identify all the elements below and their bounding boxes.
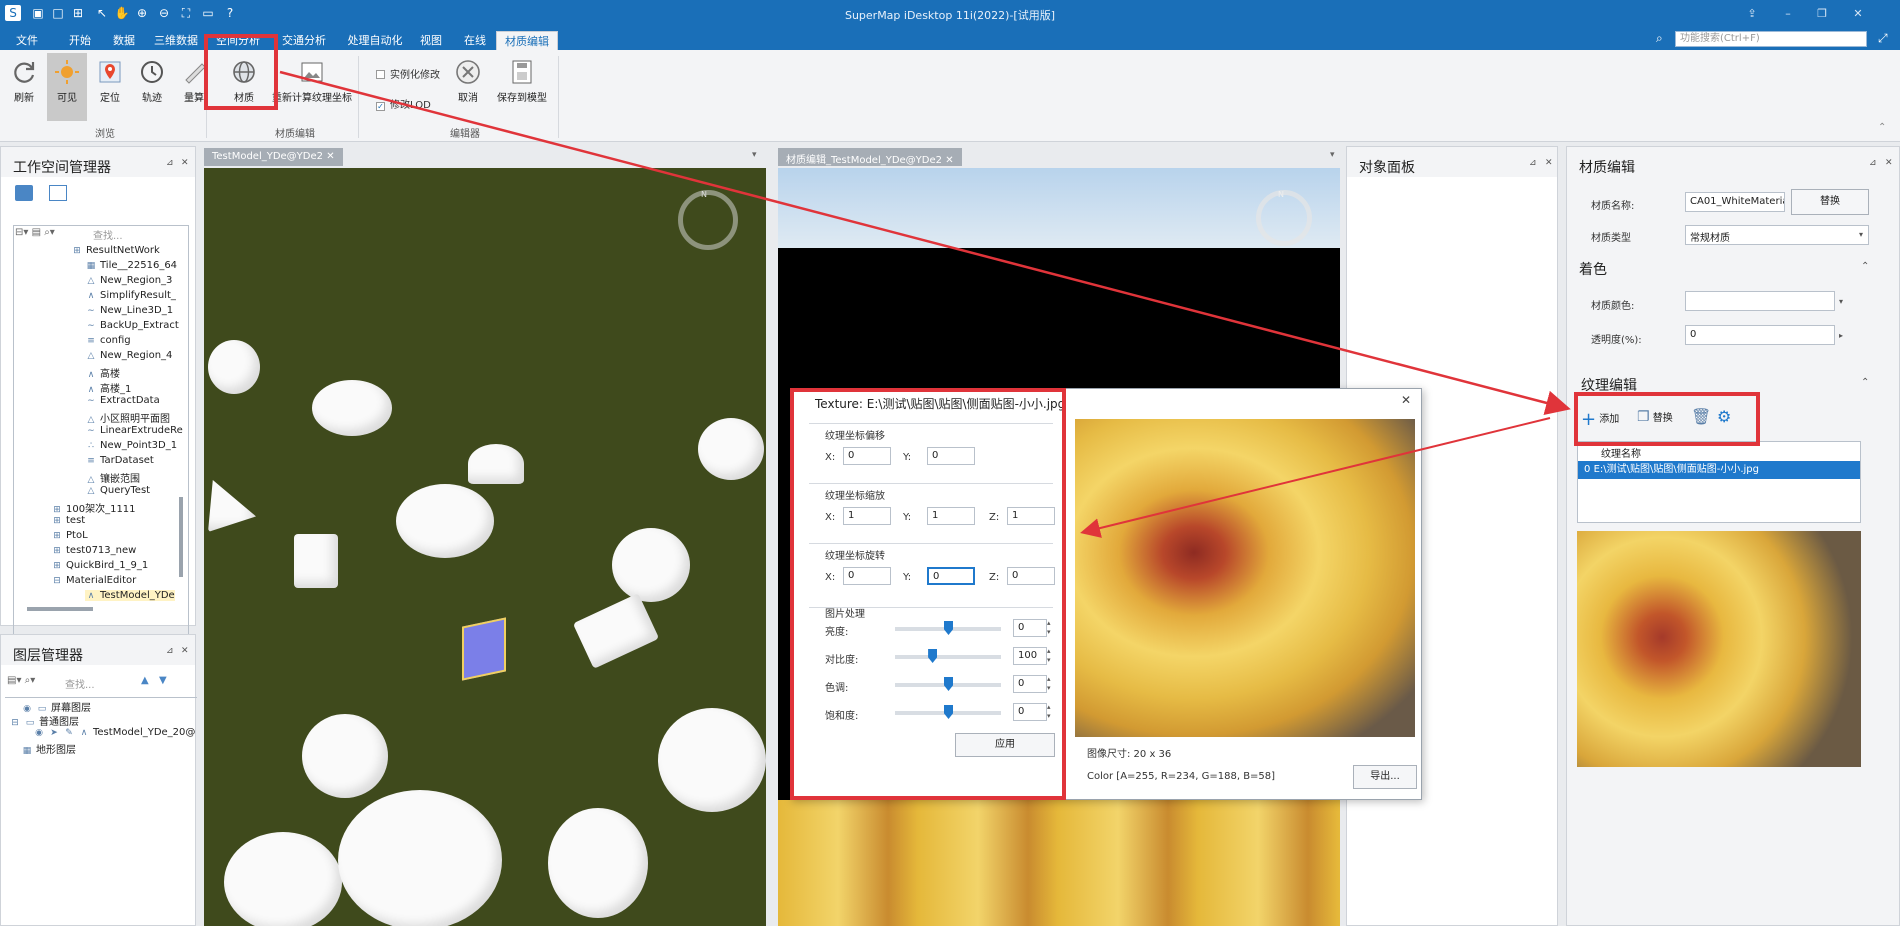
annotation-arrows (279, 70, 1571, 538)
arrow-to-texture-toolbar (279, 70, 1571, 416)
arrow-to-texture-dialog (1080, 417, 1551, 538)
